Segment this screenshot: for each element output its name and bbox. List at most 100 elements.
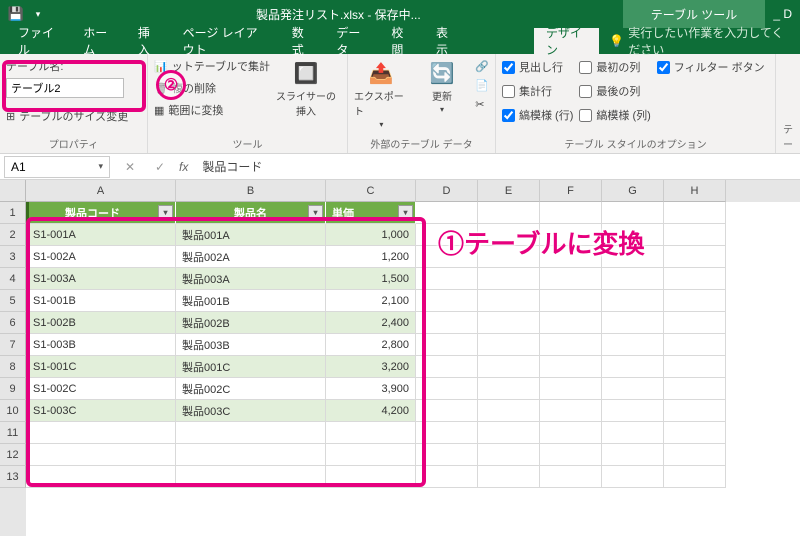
chk-first-col[interactable]: 最初の列	[579, 56, 650, 78]
cell[interactable]	[664, 466, 726, 488]
table-cell[interactable]: 製品001A	[176, 224, 326, 246]
row-header-3[interactable]: 3	[0, 246, 26, 268]
table-name-input[interactable]	[6, 78, 124, 98]
cell[interactable]	[416, 400, 478, 422]
cell[interactable]	[26, 422, 176, 444]
cell[interactable]	[540, 378, 602, 400]
chk-last-col-box[interactable]	[579, 85, 592, 98]
table-cell[interactable]: 製品003B	[176, 334, 326, 356]
cell[interactable]	[664, 246, 726, 268]
export-button[interactable]: 📤 エクスポート ▾	[354, 56, 409, 129]
col-header-D[interactable]: D	[416, 180, 478, 202]
table-cell[interactable]: S1-001B	[26, 290, 176, 312]
table-cell[interactable]: 製品002A	[176, 246, 326, 268]
cell[interactable]	[540, 422, 602, 444]
row-header-8[interactable]: 8	[0, 356, 26, 378]
cell[interactable]	[26, 444, 176, 466]
col-header-F[interactable]: F	[540, 180, 602, 202]
filter-button-icon[interactable]: ▾	[308, 205, 323, 220]
col-header-C[interactable]: C	[326, 180, 416, 202]
row-header-10[interactable]: 10	[0, 400, 26, 422]
cell[interactable]	[416, 312, 478, 334]
cell[interactable]	[664, 268, 726, 290]
formula-input[interactable]: 製品コード	[196, 158, 800, 175]
cell[interactable]	[602, 268, 664, 290]
cell[interactable]	[664, 224, 726, 246]
cell[interactable]	[664, 202, 726, 224]
cell[interactable]	[540, 466, 602, 488]
cell[interactable]	[664, 400, 726, 422]
select-all-corner[interactable]	[0, 180, 26, 202]
cell[interactable]	[416, 268, 478, 290]
cell[interactable]	[478, 334, 540, 356]
tab-page-layout[interactable]: ページ レイアウト	[171, 28, 280, 54]
cell[interactable]	[478, 444, 540, 466]
row-header-2[interactable]: 2	[0, 224, 26, 246]
cell[interactable]	[540, 268, 602, 290]
cell[interactable]	[602, 444, 664, 466]
cell[interactable]	[664, 356, 726, 378]
chk-filter-button[interactable]: フィルター ボタン	[657, 56, 765, 78]
name-box[interactable]: A1 ▾	[4, 156, 110, 178]
table-cell[interactable]: 2,100	[326, 290, 416, 312]
cell[interactable]	[540, 334, 602, 356]
cell[interactable]	[540, 400, 602, 422]
chk-banded-cols-box[interactable]	[579, 109, 592, 122]
cell[interactable]	[416, 378, 478, 400]
chk-header-row[interactable]: 見出し行	[502, 56, 573, 78]
col-header-G[interactable]: G	[602, 180, 664, 202]
cell[interactable]	[602, 422, 664, 444]
refresh-button[interactable]: 🔄 更新 ▾	[415, 56, 470, 114]
cell[interactable]	[416, 290, 478, 312]
table-cell[interactable]: S1-001C	[26, 356, 176, 378]
table-cell[interactable]: S1-002A	[26, 246, 176, 268]
cell[interactable]	[326, 444, 416, 466]
tab-design[interactable]: デザイン	[534, 28, 599, 54]
tab-home[interactable]: ホーム	[71, 28, 126, 54]
cell[interactable]	[540, 290, 602, 312]
tab-insert[interactable]: 挿入	[126, 28, 171, 54]
table-cell[interactable]: 3,900	[326, 378, 416, 400]
cell[interactable]	[416, 356, 478, 378]
cell[interactable]	[602, 466, 664, 488]
resize-table[interactable]: ⊞ テーブルのサイズ変更	[6, 106, 128, 126]
col-header-H[interactable]: H	[664, 180, 726, 202]
chk-total-row[interactable]: 集計行	[502, 80, 573, 102]
table-cell[interactable]: S1-003C	[26, 400, 176, 422]
row-header-4[interactable]: 4	[0, 268, 26, 290]
cell[interactable]	[478, 466, 540, 488]
tell-me[interactable]: 💡 実行したい作業を入力してください	[599, 28, 800, 54]
cell[interactable]	[176, 444, 326, 466]
table-cell[interactable]: 製品003A	[176, 268, 326, 290]
table-cell[interactable]: S1-002C	[26, 378, 176, 400]
row-header-9[interactable]: 9	[0, 378, 26, 400]
cell[interactable]	[602, 312, 664, 334]
qat-chevron-icon[interactable]: ▾	[30, 6, 46, 22]
cell[interactable]	[664, 312, 726, 334]
tab-view[interactable]: 表示	[424, 28, 469, 54]
row-header-1[interactable]: 1	[0, 202, 26, 224]
chk-banded-rows-box[interactable]	[502, 109, 515, 122]
cell[interactable]	[664, 290, 726, 312]
cell[interactable]	[478, 356, 540, 378]
tab-formulas[interactable]: 数式	[280, 28, 325, 54]
table-cell[interactable]: 製品001B	[176, 290, 326, 312]
cell[interactable]	[602, 202, 664, 224]
cell[interactable]	[478, 422, 540, 444]
cell[interactable]	[664, 444, 726, 466]
col-header-E[interactable]: E	[478, 180, 540, 202]
cell[interactable]	[664, 378, 726, 400]
cell[interactable]	[176, 422, 326, 444]
cell[interactable]	[416, 334, 478, 356]
convert-to-range[interactable]: ▦範囲に変換	[154, 100, 270, 120]
insert-slicer[interactable]: 🔲 スライサーの挿入	[276, 56, 336, 118]
cell[interactable]	[478, 400, 540, 422]
table-header[interactable]: 単価▾	[326, 202, 416, 224]
cell[interactable]	[664, 422, 726, 444]
row-header-5[interactable]: 5	[0, 290, 26, 312]
cell[interactable]	[416, 466, 478, 488]
table-cell[interactable]: S1-002B	[26, 312, 176, 334]
row-header-13[interactable]: 13	[0, 466, 26, 488]
save-icon[interactable]: 💾	[8, 6, 24, 22]
table-cell[interactable]: S1-003B	[26, 334, 176, 356]
